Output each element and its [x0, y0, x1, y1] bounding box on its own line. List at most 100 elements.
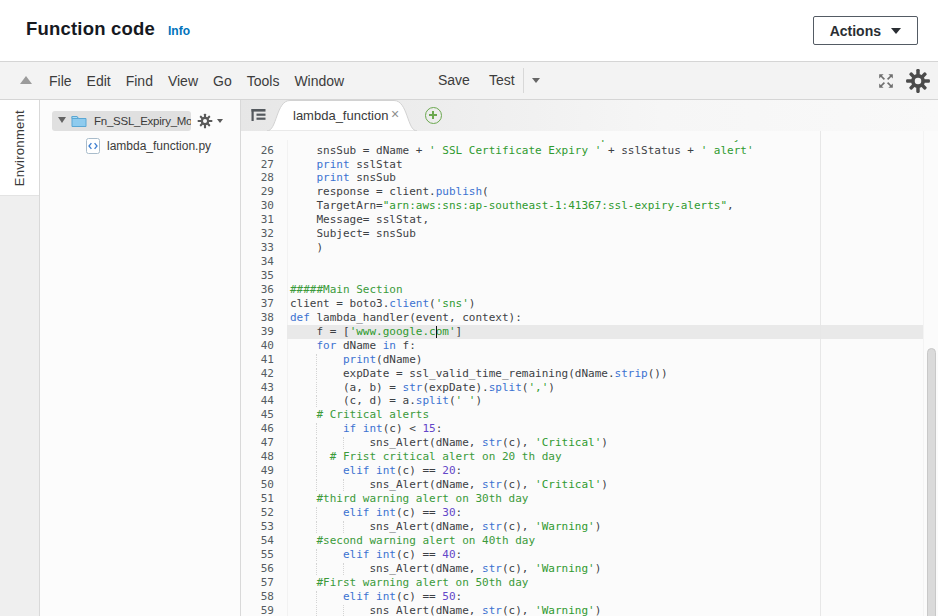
menu-window[interactable]: Window — [294, 73, 344, 89]
line-number[interactable]: 39 — [241, 325, 287, 339]
new-tab-icon[interactable] — [425, 107, 442, 124]
code-text: #second warning alert on 40th day — [290, 534, 535, 547]
code-line-41[interactable]: 41 print(dName) — [241, 353, 938, 367]
code-line-46[interactable]: 46 if int(c) < 15: — [241, 422, 938, 436]
line-number[interactable]: 40 — [241, 339, 287, 353]
line-number[interactable]: 45 — [241, 408, 287, 422]
line-number[interactable]: 38 — [241, 311, 287, 325]
line-number[interactable]: 34 — [241, 255, 287, 269]
folder-disclosure-icon[interactable] — [58, 117, 66, 123]
code-line-43[interactable]: 43 (a, b) = str(expDate).split(',') — [241, 381, 938, 395]
line-number[interactable]: 46 — [241, 422, 287, 436]
code-text: snsSub = dName + ' SSL Certificate Expir… — [290, 144, 754, 157]
line-number[interactable]: 58 — [241, 590, 287, 604]
line-number[interactable]: 56 — [241, 562, 287, 576]
code-line-40[interactable]: 40 for dName in f: — [241, 339, 938, 353]
code-line-29[interactable]: 29 response = client.publish( — [241, 185, 938, 199]
line-number[interactable]: 54 — [241, 534, 287, 548]
line-number[interactable]: 37 — [241, 297, 287, 311]
line-number[interactable]: 51 — [241, 492, 287, 506]
line-number[interactable]: 52 — [241, 506, 287, 520]
code-line-32[interactable]: 32 Subject= snsSub — [241, 227, 938, 241]
line-number[interactable]: 44 — [241, 394, 287, 408]
line-number[interactable]: 27 — [241, 158, 287, 172]
menu-view[interactable]: View — [168, 73, 198, 89]
menu-file[interactable]: File — [49, 73, 72, 89]
line-number[interactable]: 43 — [241, 381, 287, 395]
tab-close-icon[interactable]: × — [391, 106, 399, 122]
code-line-28[interactable]: 28 print snsSub — [241, 171, 938, 185]
code-line-30[interactable]: 30 TargetArn="arn:aws:sns:ap-southeast-1… — [241, 199, 938, 213]
line-number[interactable]: 41 — [241, 353, 287, 367]
fullscreen-icon[interactable] — [876, 71, 896, 91]
line-number[interactable]: 35 — [241, 269, 287, 283]
menu-go[interactable]: Go — [213, 73, 232, 89]
line-number[interactable]: 50 — [241, 478, 287, 492]
test-dropdown-caret[interactable] — [532, 78, 540, 83]
code-line-58[interactable]: 58 elif int(c) == 50: — [241, 590, 938, 604]
code-line-57[interactable]: 57 #First warning alert on 50th day — [241, 576, 938, 590]
code-line-49[interactable]: 49 elif int(c) == 20: — [241, 464, 938, 478]
vertical-scrollbar-thumb[interactable] — [927, 348, 936, 616]
tab-lambda-function[interactable]: lambda_function × — [267, 100, 417, 131]
function-code-header: Function code Info Actions — [0, 0, 938, 62]
environment-tab[interactable]: Environment — [0, 100, 39, 196]
tree-gear-caret-icon[interactable] — [217, 119, 223, 123]
file-row[interactable]: lambda_function.py — [40, 136, 240, 156]
line-number[interactable]: 26 — [241, 144, 287, 158]
settings-gear-icon[interactable] — [905, 68, 931, 94]
line-number[interactable]: 53 — [241, 520, 287, 534]
tab-label: lambda_function — [293, 108, 388, 123]
line-number[interactable]: 32 — [241, 227, 287, 241]
code-line-44[interactable]: 44 (c, d) = a.split(' ') — [241, 394, 938, 408]
code-text: for dName in f: — [290, 339, 416, 352]
line-number[interactable]: 48 — [241, 450, 287, 464]
code-line-50[interactable]: 50 sns_Alert(dName, str(c), 'Critical') — [241, 478, 938, 492]
line-number[interactable]: 59 — [241, 604, 287, 616]
menu-tools[interactable]: Tools — [247, 73, 280, 89]
code-line-42[interactable]: 42 expDate = ssl_valid_time_remaining(dN… — [241, 367, 938, 381]
code-line-56[interactable]: 56 sns_Alert(dName, str(c), 'Warning') — [241, 562, 938, 576]
code-line-35[interactable]: 35 — [241, 269, 938, 283]
actions-button[interactable]: Actions — [813, 16, 918, 45]
tree-settings-gear-icon[interactable] — [197, 113, 213, 129]
code-line-51[interactable]: 51 #third warning alert on 30th day — [241, 492, 938, 506]
code-line-47[interactable]: 47 sns_Alert(dName, str(c), 'Critical') — [241, 436, 938, 450]
line-number[interactable]: 30 — [241, 199, 287, 213]
test-button[interactable]: Test — [489, 72, 515, 88]
code-editor[interactable]: 25 sslStat = dName + ' SSL Certificate w… — [241, 131, 938, 616]
code-line-54[interactable]: 54 #second warning alert on 40th day — [241, 534, 938, 548]
code-line-48[interactable]: 48 # Frist critical alert on 20 th day — [241, 450, 938, 464]
code-line-55[interactable]: 55 elif int(c) == 40: — [241, 548, 938, 562]
line-number[interactable]: 57 — [241, 576, 287, 590]
code-line-27[interactable]: 27 print sslStat — [241, 158, 938, 172]
code-line-31[interactable]: 31 Message= sslStat, — [241, 213, 938, 227]
line-number[interactable]: 31 — [241, 213, 287, 227]
line-number[interactable]: 49 — [241, 464, 287, 478]
line-number[interactable]: 33 — [241, 241, 287, 255]
line-number[interactable]: 28 — [241, 171, 287, 185]
code-line-33[interactable]: 33 ) — [241, 241, 938, 255]
line-number[interactable]: 42 — [241, 367, 287, 381]
code-line-39[interactable]: 39 f = ['www.google.com'] — [241, 325, 938, 339]
save-button[interactable]: Save — [438, 72, 470, 88]
code-line-59[interactable]: 59 sns_Alert(dName, str(c), 'Warning') — [241, 604, 938, 616]
code-text: TargetArn="arn:aws:sns:ap-southeast-1:41… — [290, 199, 734, 212]
collapse-panel-icon[interactable] — [20, 76, 32, 84]
menu-edit[interactable]: Edit — [87, 73, 111, 89]
code-line-26[interactable]: 26 snsSub = dName + ' SSL Certificate Ex… — [241, 144, 938, 158]
code-line-37[interactable]: 37client = boto3.client('sns') — [241, 297, 938, 311]
line-number[interactable]: 55 — [241, 548, 287, 562]
info-link[interactable]: Info — [168, 24, 190, 38]
code-line-53[interactable]: 53 sns_Alert(dName, str(c), 'Warning') — [241, 520, 938, 534]
line-number[interactable]: 36 — [241, 283, 287, 297]
code-line-45[interactable]: 45 # Critical alerts — [241, 408, 938, 422]
menu-find[interactable]: Find — [126, 73, 153, 89]
code-line-34[interactable]: 34 — [241, 255, 938, 269]
tab-list-icon[interactable] — [250, 107, 267, 127]
line-number[interactable]: 29 — [241, 185, 287, 199]
code-line-36[interactable]: 36#####Main Section — [241, 283, 938, 297]
line-number[interactable]: 47 — [241, 436, 287, 450]
code-line-38[interactable]: 38def lambda_handler(event, context): — [241, 311, 938, 325]
code-line-52[interactable]: 52 elif int(c) == 30: — [241, 506, 938, 520]
